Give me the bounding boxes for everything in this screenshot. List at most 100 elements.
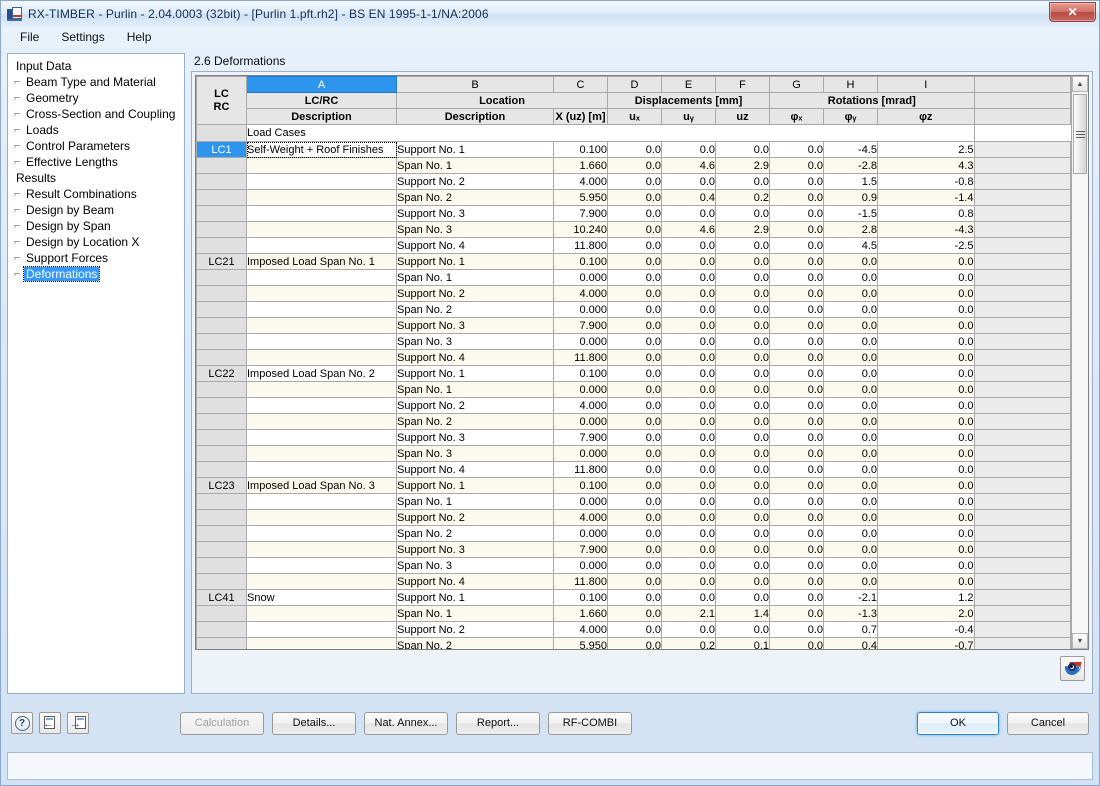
row-lc-blank[interactable] <box>196 349 247 366</box>
row-phiz[interactable]: 0.0 <box>877 557 975 574</box>
row-lc-blank[interactable] <box>196 429 247 446</box>
sidebar-item-control-parameters[interactable]: ⌐ Control Parameters <box>12 138 184 154</box>
row-ux[interactable]: 0.0 <box>607 141 662 158</box>
row-phix[interactable]: 0.0 <box>769 173 824 190</box>
menu-item-help[interactable]: Help <box>116 28 163 46</box>
row-x[interactable]: 0.100 <box>553 477 608 494</box>
row-uy[interactable]: 0.0 <box>661 461 716 478</box>
column-header-f[interactable]: F <box>715 76 770 93</box>
row-phiz[interactable]: -1.4 <box>877 189 975 206</box>
row-uz[interactable]: 0.0 <box>715 237 770 254</box>
row-lc-blank[interactable] <box>196 621 247 638</box>
row-description[interactable]: Imposed Load Span No. 2 <box>246 365 397 382</box>
row-phix[interactable]: 0.0 <box>769 189 824 206</box>
row-uy[interactable]: 0.0 <box>661 557 716 574</box>
row-uy[interactable]: 0.0 <box>661 413 716 430</box>
row-uz[interactable]: 2.9 <box>715 221 770 238</box>
row-lc-blank[interactable] <box>196 573 247 590</box>
row-uy[interactable]: 0.0 <box>661 621 716 638</box>
row-uy[interactable]: 0.0 <box>661 333 716 350</box>
row-x[interactable]: 1.660 <box>553 157 608 174</box>
row-location[interactable]: Support No. 3 <box>396 317 554 334</box>
row-phix[interactable]: 0.0 <box>769 397 824 414</box>
row-phiz[interactable]: 0.0 <box>877 461 975 478</box>
row-phiz[interactable]: 0.0 <box>877 301 975 318</box>
row-phiy[interactable]: -1.3 <box>823 605 878 622</box>
table-row[interactable]: Support No. 2 4.000 0.0 0.0 0.0 0.0 0.0 0.0 <box>196 285 1071 302</box>
scrollbar-thumb[interactable] <box>1073 94 1087 174</box>
row-phiz[interactable]: -0.7 <box>877 637 975 649</box>
row-lc-blank[interactable] <box>196 541 247 558</box>
row-phiz[interactable]: 2.0 <box>877 605 975 622</box>
row-description[interactable] <box>246 205 397 222</box>
row-phiy[interactable]: 0.0 <box>823 461 878 478</box>
row-ux[interactable]: 0.0 <box>607 397 662 414</box>
row-phiy[interactable]: 0.0 <box>823 349 878 366</box>
row-phiz[interactable]: 0.0 <box>877 365 975 382</box>
row-lc-blank[interactable] <box>196 301 247 318</box>
row-ux[interactable]: 0.0 <box>607 301 662 318</box>
row-location[interactable]: Span No. 1 <box>396 381 554 398</box>
sidebar-item-cross-section-and-coupling[interactable]: ⌐ Cross-Section and Coupling <box>12 106 184 122</box>
row-x[interactable]: 7.900 <box>553 429 608 446</box>
row-uz[interactable]: 2.9 <box>715 157 770 174</box>
row-uz[interactable]: 0.2 <box>715 189 770 206</box>
row-x[interactable]: 11.800 <box>553 349 608 366</box>
row-x[interactable]: 0.100 <box>553 253 608 270</box>
row-location[interactable]: Support No. 1 <box>396 365 554 382</box>
row-x[interactable]: 0.000 <box>553 269 608 286</box>
row-description[interactable] <box>246 221 397 238</box>
row-description[interactable] <box>246 557 397 574</box>
row-x[interactable]: 5.950 <box>553 637 608 649</box>
row-uz[interactable]: 0.0 <box>715 557 770 574</box>
row-phix[interactable]: 0.0 <box>769 317 824 334</box>
row-phix[interactable]: 0.0 <box>769 333 824 350</box>
sidebar-item-loads[interactable]: ⌐ Loads <box>12 122 184 138</box>
row-location[interactable]: Span No. 3 <box>396 221 554 238</box>
row-phiz[interactable]: 0.0 <box>877 573 975 590</box>
row-uy[interactable]: 0.0 <box>661 285 716 302</box>
row-lc-blank[interactable] <box>196 525 247 542</box>
nat-annex-button[interactable]: Nat. Annex... <box>364 711 448 735</box>
row-uy[interactable]: 0.0 <box>661 205 716 222</box>
row-uz[interactable]: 0.0 <box>715 573 770 590</box>
row-location[interactable]: Span No. 3 <box>396 333 554 350</box>
row-phiy[interactable]: 0.0 <box>823 573 878 590</box>
row-location[interactable]: Support No. 3 <box>396 541 554 558</box>
table-row[interactable]: Support No. 3 7.900 0.0 0.0 0.0 0.0 0.0 0.0 <box>196 429 1071 446</box>
row-phiy[interactable]: 0.0 <box>823 285 878 302</box>
row-description[interactable] <box>246 349 397 366</box>
row-lc-blank[interactable] <box>196 397 247 414</box>
row-description[interactable] <box>246 317 397 334</box>
table-row[interactable]: Support No. 4 11.800 0.0 0.0 0.0 0.0 0.0 0.0 <box>196 349 1071 366</box>
row-phiy[interactable]: -2.1 <box>823 589 878 606</box>
row-lc-blank[interactable] <box>196 461 247 478</box>
row-lc-blank[interactable] <box>196 509 247 526</box>
table-row[interactable]: Support No. 3 7.900 0.0 0.0 0.0 0.0 0.0 0.0 <box>196 317 1071 334</box>
row-phiz[interactable]: -4.3 <box>877 221 975 238</box>
row-phiy[interactable]: 0.7 <box>823 621 878 638</box>
row-lc-blank[interactable] <box>196 189 247 206</box>
row-phix[interactable]: 0.0 <box>769 557 824 574</box>
column-header-h[interactable]: H <box>823 76 878 93</box>
sidebar-item-deformations[interactable]: ⌐ Deformations <box>12 266 184 282</box>
row-description[interactable] <box>246 333 397 350</box>
row-x[interactable]: 4.000 <box>553 621 608 638</box>
row-phix[interactable]: 0.0 <box>769 269 824 286</box>
cancel-button[interactable]: Cancel <box>1007 711 1089 735</box>
row-x[interactable]: 0.000 <box>553 445 608 462</box>
table-row[interactable]: LC21 Imposed Load Span No. 1 Support No. 1… <box>196 253 1071 270</box>
row-phiy[interactable]: 0.0 <box>823 397 878 414</box>
row-uy[interactable]: 0.0 <box>661 429 716 446</box>
table-row[interactable]: Support No. 4 11.800 0.0 0.0 0.0 0.0 4.5 -2.5 <box>196 237 1071 254</box>
row-x[interactable]: 0.000 <box>553 557 608 574</box>
row-location[interactable]: Support No. 4 <box>396 573 554 590</box>
row-phix[interactable]: 0.0 <box>769 637 824 649</box>
row-uy[interactable]: 0.0 <box>661 573 716 590</box>
row-phix[interactable]: 0.0 <box>769 541 824 558</box>
row-phiz[interactable]: 0.0 <box>877 429 975 446</box>
row-uz[interactable]: 0.0 <box>715 461 770 478</box>
row-location[interactable]: Span No. 1 <box>396 605 554 622</box>
row-x[interactable]: 4.000 <box>553 397 608 414</box>
row-phiz[interactable]: -0.8 <box>877 173 975 190</box>
